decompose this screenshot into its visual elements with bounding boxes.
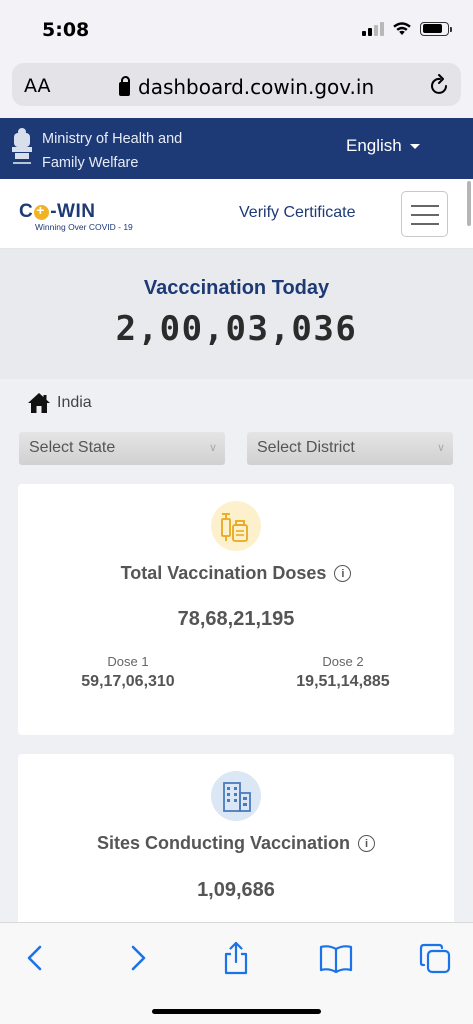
- scrollbar[interactable]: [467, 181, 471, 226]
- language-label: English: [346, 136, 402, 155]
- language-dropdown[interactable]: English: [346, 136, 420, 156]
- dose2-label: Dose 2: [322, 654, 364, 669]
- signal-icon: [362, 21, 384, 36]
- cowin-logo[interactable]: C -WIN Winning Over COVID - 19: [19, 201, 133, 232]
- logo-text-post: -WIN: [50, 201, 96, 222]
- wifi-icon: [393, 22, 411, 35]
- caret-down-icon: [409, 143, 420, 149]
- logo-tagline: Winning Over COVID - 19: [35, 222, 133, 232]
- battery-icon: [420, 21, 452, 36]
- bookmarks-icon[interactable]: [318, 941, 354, 975]
- emblem-icon: [12, 128, 32, 164]
- total-doses-value: 78,68,21,195: [177, 608, 295, 630]
- ministry-line1: Ministry of Health and: [42, 131, 183, 147]
- browser-url-area: AA dashboard.cowin.gov.in: [0, 58, 473, 118]
- total-doses-title-text: Total Vaccination Doses: [120, 563, 327, 583]
- dose1-label: Dose 1: [107, 654, 149, 669]
- breadcrumb[interactable]: India: [27, 392, 92, 414]
- dose1-block: Dose 1 59,17,06,310: [48, 654, 208, 691]
- menu-button[interactable]: [401, 191, 448, 237]
- forward-icon[interactable]: [119, 941, 155, 975]
- ministry-name: Ministry of Health and Family Welfare: [42, 127, 182, 175]
- status-bar: 5:08: [0, 0, 473, 58]
- navbar: C -WIN Winning Over COVID - 19 Verify Ce…: [0, 179, 473, 249]
- logo-plus-icon: [34, 202, 50, 220]
- url-bar[interactable]: AA dashboard.cowin.gov.in: [12, 63, 461, 106]
- reader-settings-button[interactable]: AA: [24, 75, 51, 97]
- home-indicator[interactable]: [152, 1009, 321, 1014]
- info-icon[interactable]: i: [358, 835, 376, 852]
- ministry-line2: Family Welfare: [42, 155, 139, 171]
- info-icon[interactable]: i: [334, 565, 352, 582]
- district-select-label: Select District: [257, 439, 355, 456]
- ministry-header: Ministry of Health and Family Welfare En…: [0, 118, 473, 179]
- breadcrumb-label: India: [57, 394, 92, 411]
- sites-title: Sites Conducting Vaccination i: [18, 833, 454, 854]
- tabs-icon[interactable]: [418, 941, 454, 975]
- reload-icon[interactable]: [430, 74, 450, 96]
- lock-icon: [119, 76, 130, 96]
- url-text: dashboard.cowin.gov.in: [138, 75, 375, 99]
- dose2-block: Dose 2 19,51,14,885: [263, 654, 423, 691]
- total-doses-card: Total Vaccination Doses i 78,68,21,195 D…: [18, 484, 454, 735]
- share-icon[interactable]: [218, 941, 254, 975]
- chevron-down-icon: ∨: [208, 442, 217, 454]
- status-icons: [362, 21, 452, 36]
- back-icon[interactable]: [18, 941, 54, 975]
- main-content: Vacccination Today 2,00,03,036 India Sel…: [0, 249, 473, 922]
- verify-certificate-link[interactable]: Verify Certificate: [239, 204, 355, 222]
- home-icon: [28, 393, 50, 413]
- sites-value: 1,09,686: [197, 879, 275, 901]
- sites-title-text: Sites Conducting Vaccination: [96, 833, 351, 853]
- dose2-value: 19,51,14,885: [296, 673, 390, 690]
- vaccination-today-panel: Vacccination Today 2,00,03,036: [0, 249, 473, 379]
- total-doses-title: Total Vaccination Doses i: [18, 563, 454, 584]
- building-icon: [211, 771, 261, 821]
- today-title: Vacccination Today: [143, 277, 330, 299]
- today-count: 2,00,03,036: [115, 309, 358, 349]
- vaccine-icon: [211, 501, 261, 551]
- status-time: 5:08: [42, 19, 90, 41]
- chevron-down-icon: ∨: [436, 442, 445, 454]
- dose1-value: 59,17,06,310: [81, 673, 175, 690]
- district-select[interactable]: Select District ∨: [247, 432, 453, 465]
- state-select-label: Select State: [29, 439, 116, 456]
- logo-text-pre: C: [19, 201, 34, 222]
- sites-card: Sites Conducting Vaccination i 1,09,686: [18, 754, 454, 922]
- state-select[interactable]: Select State ∨: [19, 432, 225, 465]
- url-display[interactable]: dashboard.cowin.gov.in: [119, 75, 374, 99]
